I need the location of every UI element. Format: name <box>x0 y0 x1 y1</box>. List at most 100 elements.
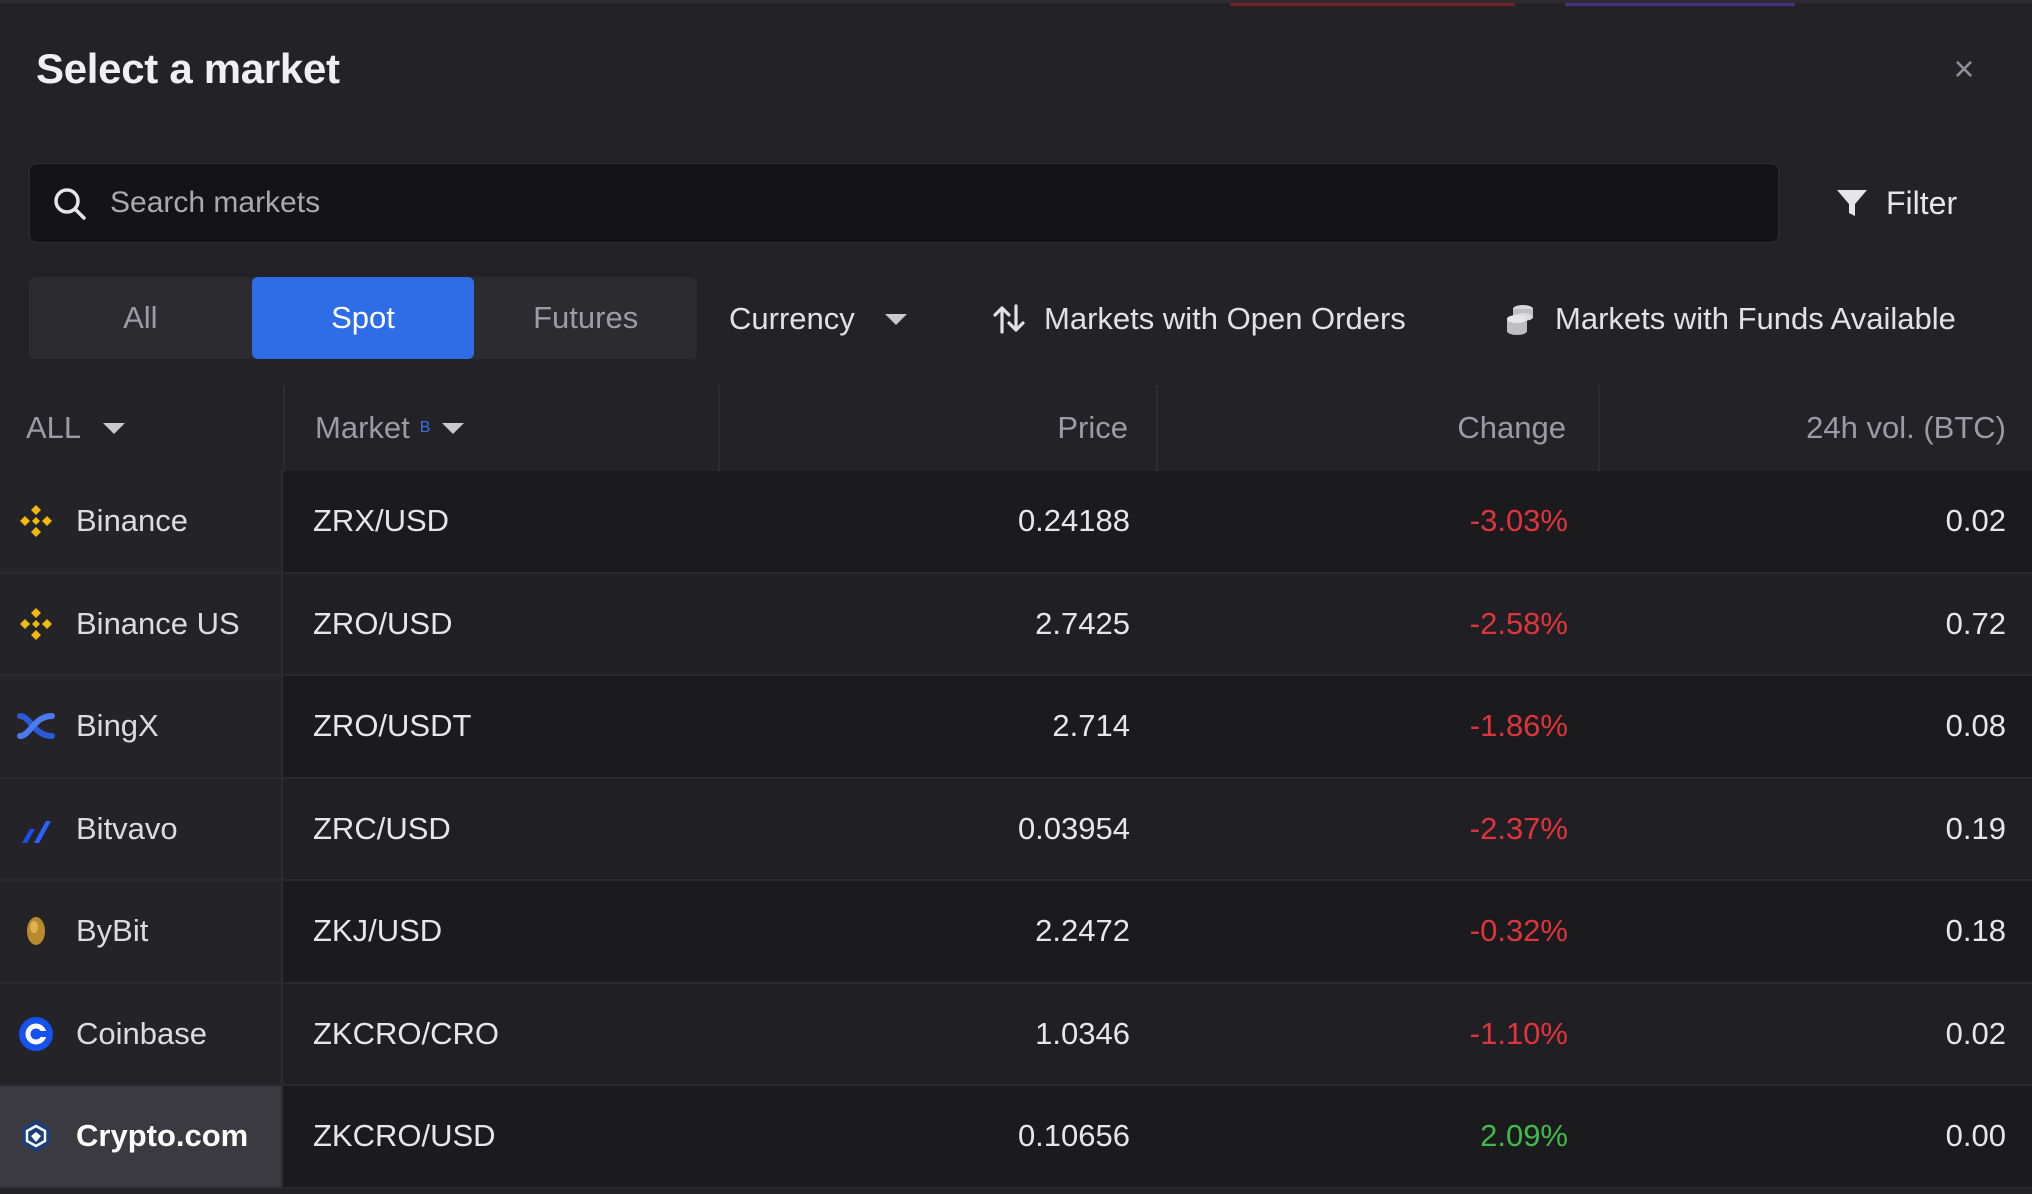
table-header: ALL Market B Price Change 24h vol. (BTC) <box>0 385 2032 471</box>
market-column-header[interactable]: Market B <box>283 385 720 471</box>
exchange-name: Bitvavo <box>76 810 178 846</box>
bybit-icon <box>16 911 56 951</box>
table-row[interactable]: Bitvavo ZRC/USD 0.03954 -2.37% 0.19 <box>0 778 2032 881</box>
exchange-name: Binance <box>76 503 189 539</box>
exchange-name: ByBit <box>76 913 149 949</box>
sort-arrows-icon <box>993 304 1025 334</box>
market-pair: ZKCRO/USD <box>313 1118 496 1154</box>
dialog-title: Select a market <box>36 45 340 92</box>
volume-value: 0.72 <box>1945 605 2006 641</box>
market-pair: ZRX/USD <box>313 503 450 539</box>
market-pair: ZRC/USD <box>313 810 451 846</box>
volume-column-header[interactable]: 24h vol. (BTC) <box>1600 385 2032 471</box>
exchange-name: BingX <box>76 708 159 744</box>
market-pair: ZRO/USDT <box>313 708 472 744</box>
volume-value: 0.18 <box>1945 913 2006 949</box>
top-accent-purple <box>1565 3 1795 6</box>
chevron-down-icon <box>103 422 126 434</box>
exchange-item[interactable]: Coinbase <box>0 983 283 1084</box>
sort-desc-icon <box>442 422 465 434</box>
table-row[interactable]: Coinbase ZKCRO/CRO 1.0346 -1.10% 0.02 <box>0 983 2032 1086</box>
price-value: 2.7425 <box>1035 605 1130 641</box>
market-row-cells[interactable]: ZKCRO/USD 0.10656 2.09% 0.00 <box>283 1086 2032 1187</box>
volume-value: 0.19 <box>1945 810 2006 846</box>
table-body: Binance ZRX/USD 0.24188 -3.03% 0.02 Binance U… <box>0 471 2032 1189</box>
market-type-segment: All Spot Futures <box>29 277 697 359</box>
search-input[interactable] <box>110 164 1750 242</box>
change-value: -3.03% <box>1469 503 1568 539</box>
price-value: 0.03954 <box>1017 810 1130 846</box>
market-row-cells[interactable]: ZRO/USDT 2.714 -1.86% 0.08 <box>283 676 2032 777</box>
binance-us-icon <box>16 604 56 644</box>
volume-value: 0.00 <box>1945 1118 2006 1154</box>
change-value: -1.10% <box>1469 1015 1568 1051</box>
exchange-item[interactable]: Binance <box>0 471 283 572</box>
table-row[interactable]: BingX ZRO/USDT 2.714 -1.86% 0.08 <box>0 676 2032 779</box>
chevron-down-icon <box>884 313 907 325</box>
price-value: 0.24188 <box>1017 503 1130 539</box>
close-icon[interactable]: × <box>1944 49 1984 89</box>
change-value: -2.58% <box>1469 605 1568 641</box>
exchange-name: Binance US <box>76 605 240 641</box>
volume-value: 0.02 <box>1945 1015 2006 1051</box>
filter-button[interactable]: Filter <box>1834 173 2004 233</box>
funds-available-toggle[interactable]: Markets with Funds Available <box>1501 289 1956 349</box>
markets-table: ALL Market B Price Change 24h vol. (BTC)… <box>0 385 2032 1189</box>
table-row[interactable]: Binance US ZRO/USD 2.7425 -2.58% 0.72 <box>0 573 2032 676</box>
price-value: 2.714 <box>1052 708 1130 744</box>
volume-value: 0.08 <box>1945 708 2006 744</box>
search-box[interactable] <box>29 163 1779 243</box>
binance-icon <box>16 501 56 541</box>
change-value: -2.37% <box>1469 810 1568 846</box>
market-row-cells[interactable]: ZKCRO/CRO 1.0346 -1.10% 0.02 <box>283 983 2032 1084</box>
market-row-cells[interactable]: ZRX/USD 0.24188 -3.03% 0.02 <box>283 471 2032 572</box>
price-column-header[interactable]: Price <box>720 385 1158 471</box>
market-header-label: Market <box>315 410 410 445</box>
price-value: 2.2472 <box>1035 913 1130 949</box>
price-value: 0.10656 <box>1017 1118 1130 1154</box>
exchange-item[interactable]: Crypto.com <box>0 1086 283 1187</box>
select-market-dialog: Select a market × Filter All Spot Future… <box>0 0 2032 1194</box>
volume-value: 0.02 <box>1945 503 2006 539</box>
bingx-icon <box>16 706 56 746</box>
market-pair: ZRO/USD <box>313 605 453 641</box>
tab-spot[interactable]: Spot <box>251 277 475 359</box>
exchange-item[interactable]: Bitvavo <box>0 778 283 879</box>
filter-label: Filter <box>1886 184 1958 221</box>
exchange-name: Crypto.com <box>76 1118 249 1154</box>
exchange-filter-dropdown[interactable]: ALL <box>0 385 283 471</box>
exchange-header-label: ALL <box>26 410 82 445</box>
tab-futures[interactable]: Futures <box>474 277 697 359</box>
market-row-cells[interactable]: ZRC/USD 0.03954 -2.37% 0.19 <box>283 778 2032 879</box>
table-row[interactable]: ByBit ZKJ/USD 2.2472 -0.32% 0.18 <box>0 881 2032 984</box>
currency-dropdown[interactable]: Currency <box>729 289 907 349</box>
exchange-name: Coinbase <box>76 1015 207 1051</box>
market-row-cells[interactable]: ZRO/USD 2.7425 -2.58% 0.72 <box>283 573 2032 674</box>
crypto-com-icon <box>16 1116 56 1156</box>
change-value: -0.32% <box>1469 913 1568 949</box>
open-orders-label: Markets with Open Orders <box>1044 301 1406 336</box>
exchange-item[interactable]: Binance US <box>0 573 283 674</box>
table-row[interactable]: Binance ZRX/USD 0.24188 -3.03% 0.02 <box>0 471 2032 574</box>
open-orders-toggle[interactable]: Markets with Open Orders <box>990 289 1406 349</box>
funds-available-label: Markets with Funds Available <box>1555 301 1956 336</box>
change-value: 2.09% <box>1480 1118 1568 1154</box>
change-column-header[interactable]: Change <box>1158 385 1600 471</box>
sort-badge: B <box>419 419 431 436</box>
bitvavo-icon <box>16 809 56 849</box>
exchange-item[interactable]: ByBit <box>0 881 283 982</box>
coinbase-icon <box>16 1014 56 1054</box>
exchange-item[interactable]: BingX <box>0 676 283 777</box>
market-row-cells[interactable]: ZKJ/USD 2.2472 -0.32% 0.18 <box>283 881 2032 982</box>
coins-stack-icon <box>1507 305 1533 335</box>
price-value: 1.0346 <box>1035 1015 1130 1051</box>
table-row[interactable]: Crypto.com ZKCRO/USD 0.10656 2.09% 0.00 <box>0 1086 2032 1189</box>
market-pair: ZKCRO/CRO <box>313 1015 499 1051</box>
market-pair: ZKJ/USD <box>313 913 443 949</box>
search-icon <box>54 188 86 220</box>
filter-icon <box>1837 190 1867 216</box>
tab-all[interactable]: All <box>29 277 252 359</box>
currency-label: Currency <box>729 301 855 336</box>
change-value: -1.86% <box>1469 708 1568 744</box>
top-accent-red <box>1230 3 1515 6</box>
